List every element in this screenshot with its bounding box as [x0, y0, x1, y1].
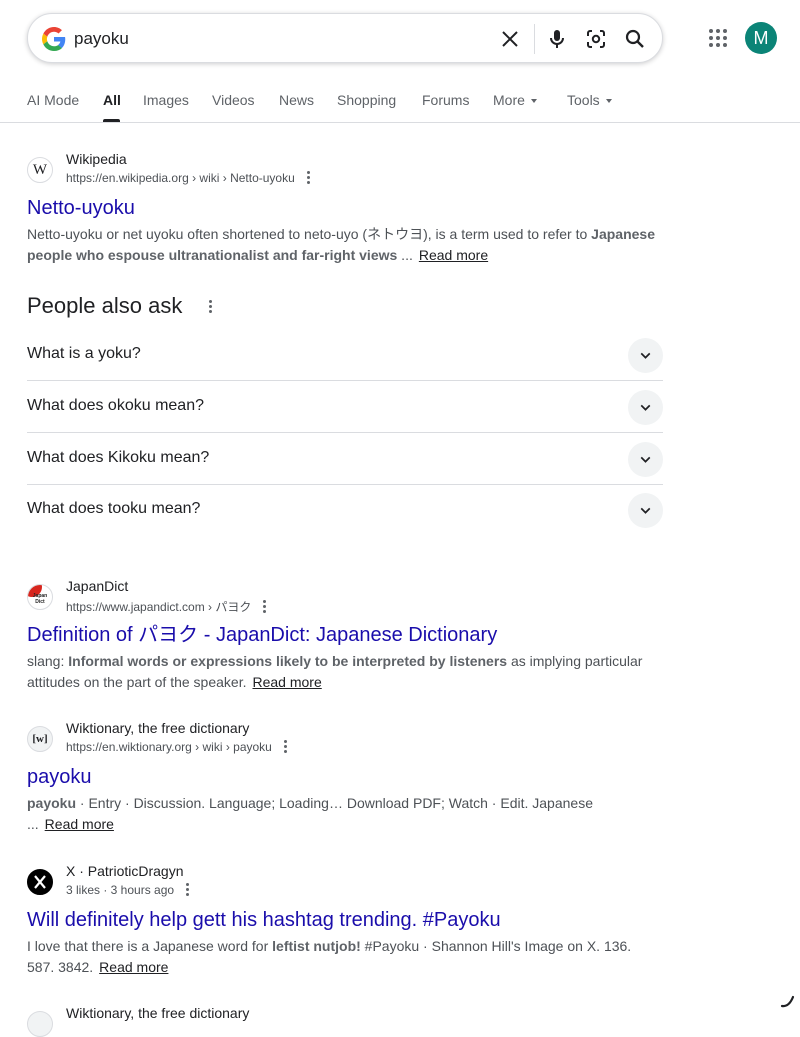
- wikipedia-favicon-icon: W: [27, 157, 53, 183]
- japandict-favicon-text: Japan Dict: [32, 593, 48, 605]
- chevron-down-icon[interactable]: [628, 338, 663, 373]
- paa-question-row[interactable]: What does tooku mean?: [27, 484, 663, 536]
- result-url[interactable]: https://en.wikipedia.org › wiki › Netto-…: [66, 170, 311, 186]
- result-meta: 3 likes · 3 hours ago: [66, 882, 190, 898]
- people-also-ask-heading: People also ask: [27, 293, 183, 318]
- result-url-text: https://www.japandict.com › パヨク: [66, 600, 252, 614]
- tab-all[interactable]: All: [103, 92, 121, 108]
- tab-videos[interactable]: Videos: [212, 92, 255, 108]
- read-more-link[interactable]: Read more: [45, 816, 114, 832]
- x-logo-icon: [27, 869, 53, 895]
- result-snippet: Netto-uyoku or net uyoku often shortened…: [27, 224, 657, 266]
- snippet-text: Netto-uyoku or net uyoku often shortened…: [27, 226, 592, 242]
- read-more-link[interactable]: Read more: [252, 674, 321, 690]
- chevron-down-icon[interactable]: [628, 493, 663, 528]
- wiktionary-favicon-icon: [27, 1011, 53, 1037]
- paa-question-row[interactable]: What is a yoku?: [27, 329, 663, 381]
- chevron-down-icon[interactable]: [628, 390, 663, 425]
- tab-tools[interactable]: Tools: [567, 92, 612, 108]
- clear-icon[interactable]: [498, 27, 522, 51]
- snippet-lead: I love that there is a Japanese word for: [27, 938, 273, 954]
- wikipedia-favicon-letter: W: [32, 162, 48, 178]
- wiktionary-favicon-icon: [w]: [27, 726, 53, 752]
- tab-more[interactable]: More: [493, 92, 537, 108]
- result-snippet: slang: Informal words or expressions lik…: [27, 651, 657, 693]
- result-site-name[interactable]: JapanDict: [66, 578, 128, 594]
- paa-more-options-icon[interactable]: [209, 300, 213, 314]
- tab-tools-label: Tools: [567, 92, 600, 108]
- paa-question-row[interactable]: What does okoku mean?: [27, 381, 663, 433]
- search-divider: [534, 24, 535, 54]
- paa-question: What does tooku mean?: [27, 500, 201, 517]
- search-tabs: AI Mode All Images Videos News Shopping …: [0, 84, 800, 122]
- result-snippet: I love that there is a Japanese word for…: [27, 936, 652, 978]
- account-avatar[interactable]: M: [745, 22, 777, 54]
- tab-more-label: More: [493, 92, 525, 108]
- result-url-text: https://en.wikipedia.org › wiki › Netto-…: [66, 171, 295, 185]
- google-logo-icon: [42, 27, 66, 51]
- tab-images[interactable]: Images: [143, 92, 189, 108]
- snippet-lead: slang:: [27, 653, 69, 669]
- result-snippet: payoku · Entry · Discussion. Language; L…: [27, 793, 647, 835]
- more-caret-icon: [530, 99, 537, 104]
- snippet-highlight: Informal words or expressions likely to …: [68, 653, 508, 669]
- result-url-text: https://en.wiktionary.org › wiki › payok…: [66, 740, 272, 754]
- more-options-icon[interactable]: [306, 170, 311, 185]
- snippet-highlight: leftist nutjob!: [272, 938, 361, 954]
- read-more-link[interactable]: Read more: [419, 247, 488, 263]
- result-title-link[interactable]: Will definitely help gett his hashtag tr…: [27, 907, 501, 933]
- result-url[interactable]: https://www.japandict.com › パヨク: [66, 598, 267, 615]
- result-site-name[interactable]: Wiktionary, the free dictionary: [66, 720, 249, 736]
- tab-news[interactable]: News: [279, 92, 314, 108]
- result-site-name[interactable]: Wikipedia: [66, 151, 127, 167]
- more-options-icon[interactable]: [283, 739, 288, 754]
- result-site-name[interactable]: Wiktionary, the free dictionary: [66, 1005, 249, 1021]
- result-site-name[interactable]: X · PatrioticDragyn: [66, 863, 183, 879]
- result-title-link[interactable]: Definition of パヨク - JapanDict: Japanese …: [27, 622, 497, 648]
- tools-caret-icon: [605, 99, 612, 104]
- result-title-link[interactable]: Netto-uyoku: [27, 195, 135, 221]
- tab-forums[interactable]: Forums: [422, 92, 469, 108]
- wiktionary-favicon-text: [w]: [32, 733, 48, 745]
- more-options-icon[interactable]: [186, 882, 190, 897]
- loading-spinner-icon: [780, 995, 795, 1008]
- search-input[interactable]: payoku: [74, 27, 129, 51]
- lens-camera-icon[interactable]: [584, 27, 608, 51]
- read-more-link[interactable]: Read more: [99, 959, 168, 975]
- tab-ai-mode[interactable]: AI Mode: [27, 92, 79, 108]
- search-box[interactable]: payoku: [27, 13, 663, 63]
- paa-question: What is a yoku?: [27, 345, 141, 362]
- japandict-favicon-icon: Japan Dict: [27, 584, 53, 610]
- paa-question-row[interactable]: What does Kikoku mean?: [27, 433, 663, 485]
- result-meta-text: 3 likes · 3 hours ago: [66, 883, 175, 897]
- microphone-icon[interactable]: [545, 27, 569, 51]
- tabs-divider: [0, 122, 800, 123]
- snippet-highlight: payoku: [27, 795, 77, 811]
- result-url[interactable]: https://en.wiktionary.org › wiki › payok…: [66, 739, 288, 755]
- search-icon[interactable]: [623, 27, 647, 51]
- paa-question: What does Kikoku mean?: [27, 449, 210, 466]
- tab-shopping[interactable]: Shopping: [337, 92, 396, 108]
- chevron-down-icon[interactable]: [628, 442, 663, 477]
- snippet-tail: ...: [397, 247, 413, 263]
- paa-question: What does okoku mean?: [27, 397, 204, 414]
- more-options-icon[interactable]: [263, 599, 267, 614]
- result-title-link[interactable]: payoku: [27, 764, 92, 790]
- apps-grid-icon[interactable]: [706, 26, 730, 50]
